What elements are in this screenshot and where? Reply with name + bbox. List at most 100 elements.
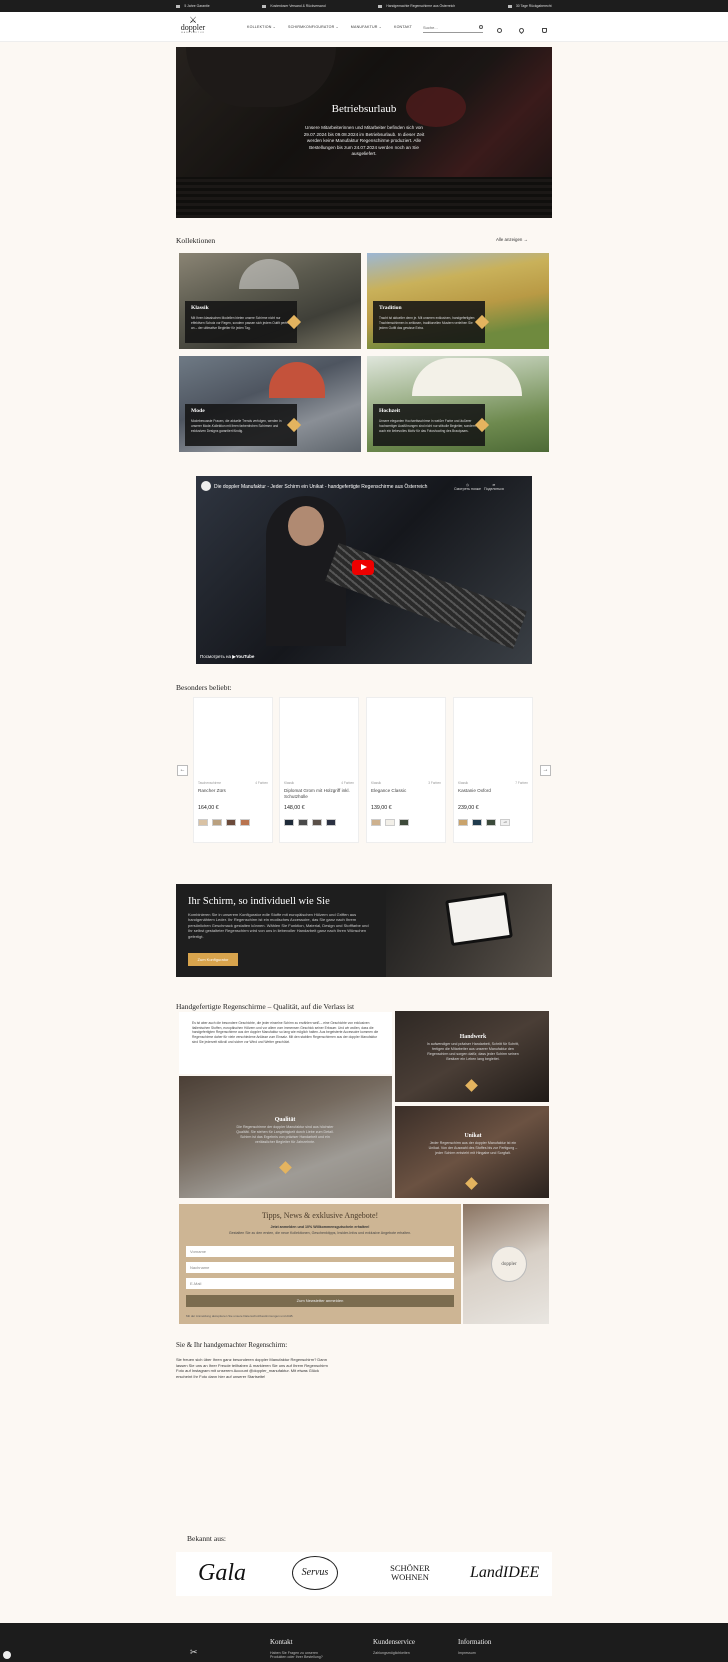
collection-card-tradition[interactable]: Tradition Tracht ist aktueller denn je. M…	[367, 253, 549, 349]
site-header: ⚔ doppler MANUFAKTUR KOLLEKTION ⌄ SCHIRM…	[0, 12, 728, 42]
show-all-link[interactable]: Alle anzeigen →	[496, 237, 528, 242]
color-swatches	[284, 819, 336, 826]
tile-text: Die Regenschirme der doppler Manufaktur …	[236, 1125, 334, 1144]
account-icon[interactable]	[497, 28, 502, 33]
product-card[interactable]: Klassik 4 Farben Diplomat Grom mit Holzgr…	[279, 697, 359, 843]
search-icon[interactable]	[479, 25, 483, 29]
watch-on-youtube[interactable]: Посмотреть на ▶YouTube	[200, 654, 254, 660]
product-card[interactable]: Klassik 3 Farben Elegance Classic 139,00 …	[366, 697, 446, 843]
quality-heading: Handgefertigte Regenschirme – Qualität, …	[176, 1002, 355, 1011]
swatch[interactable]	[399, 819, 409, 826]
announcement-item: Handgemachte Regenschirme aus Österreich	[378, 4, 455, 8]
firstname-field[interactable]: Vorname	[186, 1246, 454, 1257]
quality-tile-unikat: Unikat Jeder Regenschirm aus der doppler …	[395, 1106, 549, 1198]
umbrella-image	[412, 358, 522, 396]
cart-icon[interactable]	[542, 28, 547, 33]
press-logo-landidee: LandIDEE	[470, 1564, 540, 1581]
footer-logo-icon: ✂	[190, 1647, 198, 1657]
product-name[interactable]: Kastanie Oxford	[458, 788, 528, 794]
nav-item-konfigurator[interactable]: SCHIRMKONFIGURATOR ⌄	[288, 25, 339, 29]
footer-link[interactable]: Impressum	[458, 1651, 476, 1655]
collection-title: Hochzeit	[379, 408, 401, 414]
brand-logo[interactable]: ⚔ doppler MANUFAKTUR	[178, 16, 208, 35]
lastname-field[interactable]: Nachname	[186, 1262, 454, 1273]
swatch[interactable]	[212, 819, 222, 826]
collection-card-hochzeit[interactable]: Hochzeit Unsere eleganten Hochzeitsschirm…	[367, 356, 549, 452]
nav-item-kollektion[interactable]: KOLLEKTION ⌄	[247, 25, 276, 29]
press-logos: Gala Servus SCHÖNER WOHNEN LandIDEE	[176, 1552, 552, 1596]
swatch[interactable]	[371, 819, 381, 826]
search-placeholder: Suche...	[423, 25, 438, 30]
product-name[interactable]: Rancher Zürs	[198, 788, 268, 794]
configurator-title: Ihr Schirm, so individuell wie Sie	[188, 896, 330, 907]
collection-title: Tradition	[379, 305, 402, 311]
configurator-text: Kombinieren Sie in unserem Konfigurator …	[188, 912, 369, 939]
product-category: Klassik	[371, 781, 382, 785]
collection-title: Klassik	[191, 305, 209, 311]
announcement-item: 30 Tage Rückgaberecht	[507, 4, 552, 8]
product-name[interactable]: Diplomat Grom mit Holzgriff inkl. Schutz…	[284, 788, 354, 799]
share-button[interactable]: ➦ Поделиться	[484, 483, 504, 491]
watch-later-button[interactable]: ◷ Смотреть позже	[454, 483, 481, 491]
channel-avatar[interactable]	[201, 481, 211, 491]
swatch[interactable]	[458, 819, 468, 826]
swatch[interactable]	[486, 819, 496, 826]
return-icon	[507, 4, 512, 8]
swatch[interactable]	[298, 819, 308, 826]
announcement-bar: 5 Jahre Garantie Kostenloser Versand & R…	[0, 0, 728, 12]
arrow-right-icon: →	[523, 237, 528, 242]
carousel-prev-button[interactable]: ←	[177, 765, 188, 776]
newsletter-disclaimer: Mit der Anmeldung akzeptieren Sie unsere…	[186, 1314, 294, 1318]
swatch[interactable]	[385, 819, 395, 826]
product-name[interactable]: Elegance Classic	[371, 788, 441, 794]
email-field[interactable]: E-Mail	[186, 1278, 454, 1289]
product-price: 239,00 €	[458, 805, 479, 811]
configurator-button[interactable]: Zum Konfigurator	[188, 953, 238, 966]
product-color-count: 3 Farben	[428, 781, 441, 785]
swatch[interactable]	[226, 819, 236, 826]
truck-icon	[262, 4, 267, 8]
social-text: Sie freuen sich über Ihren ganz besonder…	[176, 1357, 328, 1379]
play-button[interactable]	[352, 560, 374, 575]
newsletter-submit-button[interactable]: Zum Newsletter anmelden	[186, 1295, 454, 1307]
color-swatches	[198, 819, 250, 826]
site-footer: ✂ Kontakt Haben Sie Fragen zu unseren Pr…	[0, 1623, 728, 1662]
quality-intro: Es ist aber auch die besondere Geschicht…	[179, 1012, 392, 1074]
swatch[interactable]	[326, 819, 336, 826]
nav-item-manufaktur[interactable]: MANUFAKTUR ⌄	[351, 25, 382, 29]
product-color-count: 4 Farben	[255, 781, 268, 785]
product-card[interactable]: Klassik 7 Farben Kastanie Oxford 239,00 €…	[453, 697, 533, 843]
chevron-left-icon: ←	[179, 767, 186, 773]
youtube-video[interactable]: Die doppler Manufaktur - Jeder Schirm ei…	[196, 476, 532, 664]
nav-item-kontakt[interactable]: KONTAKT	[394, 25, 412, 29]
carousel-next-button[interactable]: →	[540, 765, 551, 776]
tile-title: Unikat	[464, 1133, 482, 1139]
swatch[interactable]	[284, 819, 294, 826]
tile-text: In aufwendiger und präziser Handarbeit, …	[426, 1042, 520, 1061]
hero-title: Betriebsurlaub	[331, 103, 397, 115]
footer-heading-kundenservice: Kundenservice	[373, 1638, 415, 1646]
announcement-item: Kostenloser Versand & Rückversand	[262, 4, 326, 8]
popular-heading: Besonders beliebt:	[176, 683, 232, 692]
swatch[interactable]	[198, 819, 208, 826]
wishlist-icon[interactable]	[517, 26, 526, 35]
footer-link[interactable]: Zahlungsmöglichkeiten	[373, 1651, 410, 1655]
swatch-more[interactable]: +3	[500, 819, 510, 826]
tablet-image	[445, 891, 513, 947]
chat-icon[interactable]	[3, 1651, 11, 1659]
diamond-icon	[465, 1079, 478, 1092]
swatch[interactable]	[312, 819, 322, 826]
product-price: 164,00 €	[198, 805, 219, 811]
quality-tile-handwerk: Handwerk In aufwendiger und präziser Hand…	[395, 1011, 549, 1102]
main-nav: KOLLEKTION ⌄ SCHIRMKONFIGURATOR ⌄ MANUFA…	[247, 25, 412, 29]
product-card[interactable]: Taschenschirme 4 Farben Rancher Zürs 164,…	[193, 697, 273, 843]
tile-title: Handwerk	[459, 1034, 487, 1040]
diamond-icon	[465, 1177, 478, 1190]
swatch[interactable]	[240, 819, 250, 826]
search-input[interactable]: Suche...	[423, 23, 483, 33]
footer-kontakt-text: Haben Sie Fragen zu unseren Produkten od…	[270, 1651, 323, 1659]
collection-card-klassik[interactable]: Klassik Mit Ihren klassischen Modellen bi…	[179, 253, 361, 349]
swatch[interactable]	[472, 819, 482, 826]
product-category: Klassik	[458, 781, 469, 785]
collection-card-mode[interactable]: Mode Modebewusste Frauen, die aktuelle Tr…	[179, 356, 361, 452]
